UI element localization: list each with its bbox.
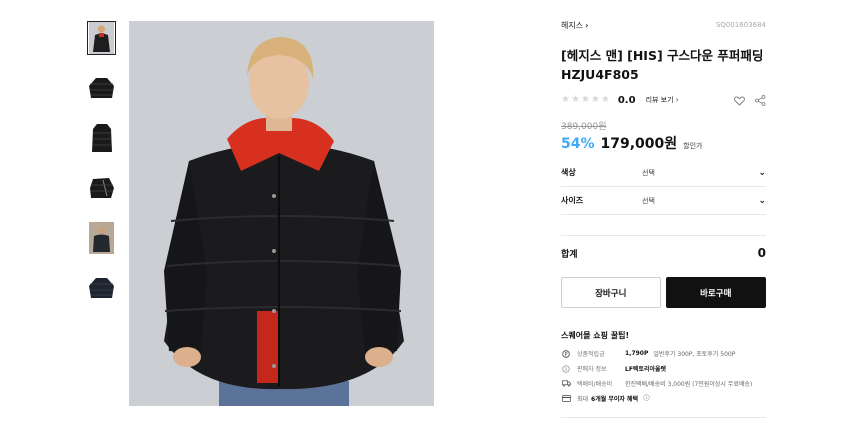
model-photo [129, 21, 434, 406]
chevron-down-icon: ⌄ [758, 167, 766, 178]
size-select[interactable]: 사이즈 선택 ⌄ [561, 187, 766, 215]
info-icon[interactable] [643, 394, 650, 403]
points-icon: P [561, 349, 571, 358]
tip-text: 최대 [577, 396, 589, 403]
star-icon: ★ [580, 94, 590, 105]
color-select[interactable]: 색상 선택 ⌄ [561, 159, 766, 187]
star-icon: ★ [561, 94, 570, 105]
size-value: 선택 [642, 196, 655, 205]
total-label: 합계 [561, 249, 578, 260]
tip-shipping: 택배비/배송비 한진택배/배송비 3,000원 (7만원이상시 무료배송) [561, 379, 766, 388]
sale-price: 179,000원 [600, 136, 678, 152]
tip-bold[interactable]: LF렉토리아울렛 [625, 364, 666, 373]
product-code: SQ001603684 [715, 21, 766, 29]
price-note: 할인가 [683, 142, 703, 150]
svg-text:P: P [564, 351, 567, 357]
truck-icon [561, 380, 571, 387]
thumbnail-list [87, 21, 116, 321]
review-link[interactable]: 리뷰 보기 › [646, 95, 679, 105]
star-icon: ★ [570, 94, 580, 105]
tip-text: 일반후기 300P, 포토후기 500P [653, 351, 736, 358]
divider [561, 417, 766, 418]
tip-text: 한진택배/배송비 3,000원 (7만원이상시 무료배송) [625, 381, 753, 388]
size-label: 사이즈 [561, 196, 584, 205]
thumbnail-2[interactable] [87, 71, 116, 105]
thumbnail-6[interactable] [87, 271, 116, 305]
divider [561, 235, 766, 236]
tip-label: 상품적립금 [577, 351, 605, 358]
info-icon [561, 364, 571, 373]
tip-seller: 판매자 정보 LF렉토리아울렛 [561, 364, 766, 373]
discount-rate: 54% [561, 136, 595, 152]
total-value: 0 [757, 246, 766, 260]
color-value: 선택 [642, 168, 655, 177]
heart-icon[interactable] [734, 91, 745, 110]
thumbnail-1[interactable] [87, 21, 116, 55]
tip-points: P 상품적립금 1,790P 일반후기 300P, 포토후기 500P [561, 349, 766, 358]
color-label: 색상 [561, 168, 576, 177]
tip-label: 택배비/배송비 [577, 381, 613, 388]
main-product-image [129, 21, 434, 406]
tip-bold: 1,790P [625, 350, 649, 357]
buy-now-button[interactable]: 바로구매 [665, 277, 766, 308]
thumbnail-3[interactable] [87, 121, 116, 155]
add-to-cart-button[interactable]: 장바구니 [561, 277, 661, 308]
brand-name: 헤지스 [561, 20, 584, 30]
brand-link[interactable]: 헤지스 › [561, 20, 588, 31]
chevron-right-icon: › [585, 20, 589, 30]
share-icon[interactable] [755, 91, 766, 110]
thumbnail-5[interactable] [87, 221, 116, 255]
chevron-down-icon: ⌄ [758, 195, 766, 206]
thumbnail-4[interactable] [87, 171, 116, 205]
shopping-tips-list: P 상품적립금 1,790P 일반후기 300P, 포토후기 500P 판매자 … [561, 349, 766, 403]
product-info-panel: 헤지스 › SQ001603684 [헤지스 맨] [HIS] 구스다운 푸퍼패… [561, 18, 766, 418]
tip-label: 판매자 정보 [577, 366, 607, 373]
shopping-tips-title: 스퀘어몰 쇼핑 꿀팁! [561, 331, 630, 340]
tip-bold: 6개월 무이자 혜택 [591, 396, 639, 403]
star-icon: ★ [600, 94, 610, 105]
tip-card: 최대 6개월 무이자 혜택 [561, 394, 766, 403]
original-price: 389,000원 [561, 122, 607, 132]
rating-stars: ★ ★ ★ ★ ★ [561, 95, 610, 105]
rating-value: 0.0 [617, 94, 636, 106]
star-icon: ★ [590, 94, 600, 105]
review-link-label: 리뷰 보기 [645, 96, 674, 104]
product-title: [헤지스 맨] [HIS] 구스다운 푸퍼패딩 HZJU4F805 [561, 48, 764, 82]
card-icon [561, 395, 571, 402]
